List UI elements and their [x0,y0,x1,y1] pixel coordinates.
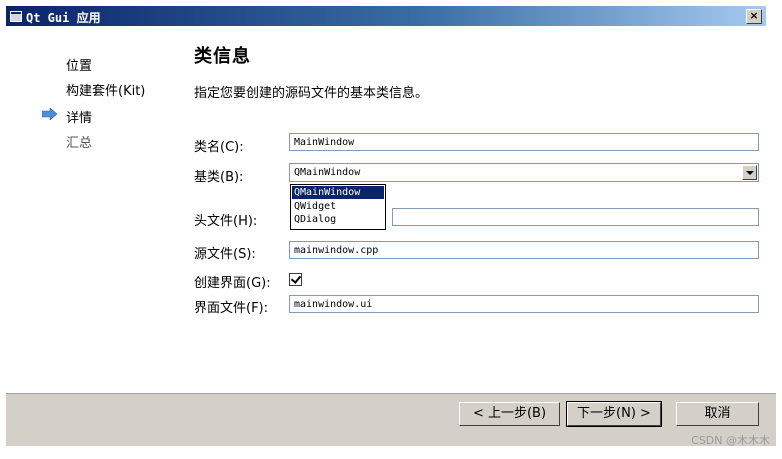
chevron-down-icon[interactable] [742,165,757,180]
option-qdialog[interactable]: QDialog [292,213,384,226]
current-step-arrow-icon [42,108,58,120]
app-icon [10,11,22,22]
window-title: Qt Gui 应用 [26,11,101,25]
title-bar[interactable]: Qt Gui 应用 × [6,6,766,26]
base-class-dropdown[interactable]: QMainWindow QWidget QDialog [290,184,386,230]
step-summary: 汇总 [66,136,93,151]
source-file-input[interactable]: mainwindow.cpp [289,241,759,259]
class-name-input[interactable]: MainWindow [289,133,759,151]
watermark: CSDN @木木木 [691,434,770,447]
next-button[interactable]: 下一步(N) > [566,401,662,427]
step-location: 位置 [66,59,93,74]
base-class-label: 基类(B): [194,170,244,185]
header-file-input[interactable] [392,208,759,226]
option-qmainwindow[interactable]: QMainWindow [292,186,384,199]
back-button[interactable]: < 上一步(B) [459,402,560,426]
base-class-value: QMainWindow [294,167,361,178]
step-kits: 构建套件(Kit) [66,84,146,99]
step-details: 详情 [66,111,93,126]
cancel-button[interactable]: 取消 [676,402,759,426]
page-subtitle: 指定您要创建的源码文件的基本类信息。 [194,86,429,101]
form-file-label: 界面文件(F): [194,301,269,316]
page-title: 类信息 [194,46,251,67]
form-file-input[interactable]: mainwindow.ui [289,295,759,313]
base-class-combobox[interactable]: QMainWindow [289,163,759,182]
close-button[interactable]: × [746,9,762,24]
generate-form-checkbox[interactable] [289,273,302,286]
header-file-label: 头文件(H): [194,214,258,229]
source-file-label: 源文件(S): [194,247,256,262]
generate-form-label: 创建界面(G): [194,276,271,291]
option-qwidget[interactable]: QWidget [292,200,384,213]
class-name-label: 类名(C): [194,140,244,155]
